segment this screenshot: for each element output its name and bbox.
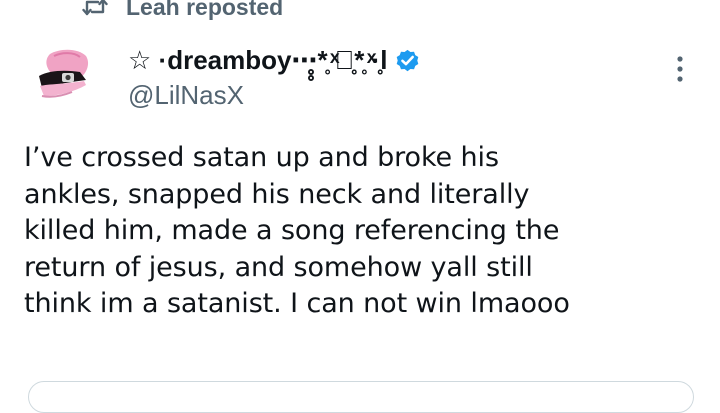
avatar[interactable]	[36, 44, 92, 108]
author-name-row[interactable]: ☆ ·dreamboy⋯̥̥*̥ ͯ冬̥̥*̥ ͯ·̥̥l	[128, 40, 421, 80]
repost-indicator[interactable]: Leah reposted	[80, 0, 283, 22]
author-handle[interactable]: @LilNasX	[128, 80, 244, 111]
more-vertical-icon[interactable]	[672, 54, 688, 86]
tweet-text: I’ve crossed satan up and broke his ankl…	[24, 142, 570, 319]
repost-icon	[80, 0, 110, 18]
repost-label[interactable]: Leah reposted	[126, 0, 283, 21]
display-name[interactable]: ☆ ·dreamboy⋯̥̥*̥ ͯ冬̥̥*̥ ͯ·̥̥l	[128, 45, 388, 76]
verified-badge-icon	[394, 47, 421, 74]
embedded-card[interactable]	[28, 381, 694, 413]
